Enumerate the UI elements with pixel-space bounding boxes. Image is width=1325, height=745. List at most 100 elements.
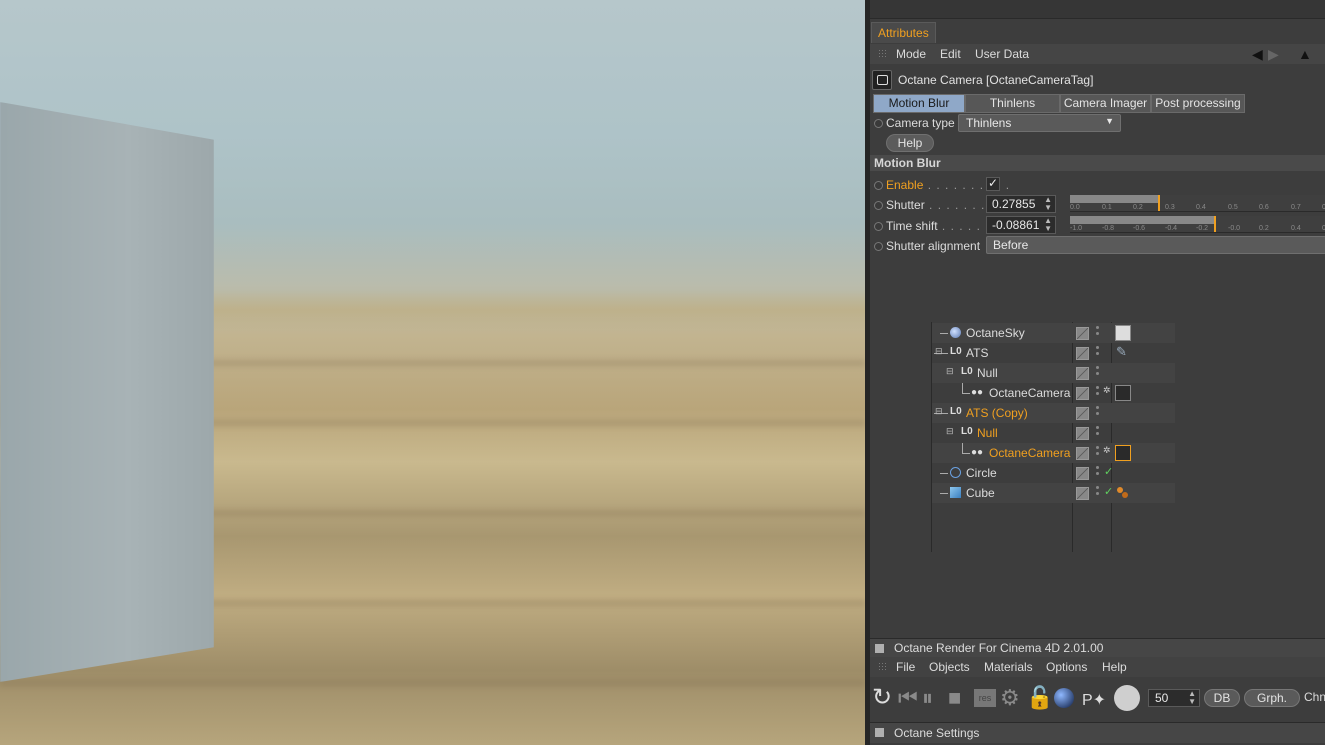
- collapse-toggle-icon[interactable]: ⊟: [946, 366, 954, 377]
- tree-row[interactable]: Cube ✓: [932, 483, 1175, 503]
- collapse-square-icon[interactable]: [875, 728, 884, 737]
- camera-type-radio[interactable]: [874, 119, 883, 128]
- tree-row[interactable]: Circle ✓: [932, 463, 1175, 483]
- skip-back-icon[interactable]: ⏮: [898, 687, 918, 709]
- checkmark-icon[interactable]: ✓: [1104, 465, 1113, 478]
- settings-gear-icon[interactable]: ⚙: [1000, 687, 1020, 709]
- up-arrow-icon[interactable]: ▲: [1298, 46, 1312, 62]
- tree-row[interactable]: ⊟ L0 ATS ✎: [932, 343, 1175, 363]
- layer-icon[interactable]: [1076, 407, 1089, 420]
- shutter-radio[interactable]: [874, 201, 883, 210]
- tree-item-name: ATS (Copy): [966, 406, 1028, 420]
- db-button[interactable]: DB: [1204, 689, 1240, 707]
- shutter-alignment-radio[interactable]: [874, 242, 883, 251]
- render-viewport[interactable]: [0, 0, 865, 745]
- section-motion-blur[interactable]: Motion Blur: [870, 155, 1325, 171]
- pick-focus-icon[interactable]: P✦: [1082, 690, 1106, 712]
- lock-icon[interactable]: 🔓: [1026, 687, 1053, 709]
- graph-button[interactable]: Grph.: [1244, 689, 1300, 707]
- camera-object-icon: ●●: [971, 387, 984, 398]
- tree-row[interactable]: ⊟ L0 ATS (Copy): [932, 403, 1175, 423]
- octane-render-header[interactable]: Octane Render For Cinema 4D 2.01.00: [870, 638, 1325, 657]
- time-shift-slider[interactable]: -1.0-0.8-0.6-0.4-0.2-0.00.20.40.6: [1070, 216, 1325, 233]
- tree-item-name: OctaneCamera: [989, 446, 1071, 460]
- octane-settings-header[interactable]: Octane Settings: [870, 722, 1325, 743]
- resolution-button[interactable]: res: [974, 689, 996, 707]
- forward-arrow-icon[interactable]: ▶: [1268, 46, 1279, 63]
- pause-icon[interactable]: ⏸: [922, 687, 933, 709]
- collapse-toggle-icon[interactable]: ⊟: [935, 346, 943, 357]
- layer-icon[interactable]: [1076, 347, 1089, 360]
- visibility-dots-icon[interactable]: [1096, 366, 1099, 369]
- visibility-dots-icon[interactable]: [1096, 446, 1099, 449]
- material-sphere-icon[interactable]: [1054, 688, 1074, 708]
- tree-row[interactable]: OctaneSky: [932, 323, 1175, 343]
- layer-icon[interactable]: [1076, 367, 1089, 380]
- shutter-field[interactable]: 0.27855 ▲ ▼: [986, 195, 1056, 213]
- layer-icon[interactable]: [1076, 387, 1089, 400]
- visibility-dots-icon[interactable]: [1096, 466, 1099, 469]
- visibility-dots-icon[interactable]: [1096, 346, 1099, 349]
- tab-post-processing[interactable]: Post processing: [1151, 94, 1245, 113]
- stepper-arrows-icon[interactable]: ▲ ▼: [1044, 196, 1052, 212]
- focus-picker-icon[interactable]: [1114, 685, 1140, 711]
- tree-row[interactable]: ●● OctaneCamera ✲: [932, 383, 1175, 403]
- visibility-dots-icon[interactable]: [1096, 326, 1099, 329]
- sky-tag-icon[interactable]: [1115, 325, 1131, 341]
- grip-icon[interactable]: [878, 662, 888, 672]
- layer-icon[interactable]: [1076, 487, 1089, 500]
- tab-attributes[interactable]: Attributes: [871, 22, 936, 43]
- time-shift-radio[interactable]: [874, 222, 883, 231]
- collapse-toggle-icon[interactable]: ⊟: [935, 406, 943, 417]
- menu-options[interactable]: Options: [1046, 660, 1087, 674]
- enable-checkbox[interactable]: ✓: [986, 176, 1000, 191]
- channel-label[interactable]: Chn: [1304, 690, 1325, 704]
- camera-tag-icon[interactable]: [1115, 385, 1131, 401]
- refresh-icon[interactable]: ↻: [872, 686, 892, 710]
- visibility-dots-icon[interactable]: [1096, 386, 1099, 389]
- menu-file[interactable]: File: [896, 660, 915, 674]
- help-button[interactable]: Help: [886, 134, 934, 152]
- layer-icon[interactable]: [1076, 467, 1089, 480]
- camera-type-dropdown[interactable]: Thinlens ▼: [958, 114, 1121, 132]
- shutter-alignment-dropdown[interactable]: Before: [986, 236, 1325, 254]
- stop-icon[interactable]: ■: [948, 687, 961, 709]
- menu-materials[interactable]: Materials: [984, 660, 1033, 674]
- tab-camera-imager[interactable]: Camera Imager: [1060, 94, 1151, 113]
- value-stepper[interactable]: 50 ▲ ▼: [1148, 689, 1200, 707]
- visibility-dots-icon[interactable]: [1096, 406, 1099, 409]
- menu-objects[interactable]: Objects: [929, 660, 970, 674]
- target-tag-icon[interactable]: ✲: [1103, 445, 1111, 456]
- shutter-slider[interactable]: 0.00.10.20.30.40.50.60.70.8: [1070, 195, 1325, 212]
- tree-row[interactable]: ⊟ L0 Null: [932, 423, 1175, 443]
- visibility-dots-icon[interactable]: [1096, 426, 1099, 429]
- layer-icon[interactable]: [1076, 447, 1089, 460]
- tree-row[interactable]: ⊟ L0 Null: [932, 363, 1175, 383]
- target-tag-icon[interactable]: ✲: [1103, 385, 1111, 396]
- slider-marker[interactable]: [1214, 216, 1216, 232]
- stepper-arrows-icon[interactable]: ▲ ▼: [1188, 690, 1196, 706]
- enable-radio[interactable]: [874, 181, 883, 190]
- layer-icon[interactable]: [1076, 327, 1089, 340]
- time-shift-field[interactable]: -0.08861 ▲ ▼: [986, 216, 1056, 234]
- tab-thinlens[interactable]: Thinlens: [965, 94, 1060, 113]
- menu-mode[interactable]: Mode: [896, 47, 926, 61]
- collapse-square-icon[interactable]: [875, 644, 884, 653]
- tree-row[interactable]: ●● OctaneCamera ✲: [932, 443, 1175, 463]
- camera-tag-icon[interactable]: [1115, 445, 1131, 461]
- checkmark-icon[interactable]: ✓: [1104, 485, 1113, 498]
- collapse-toggle-icon[interactable]: ⊟: [946, 426, 954, 437]
- slider-marker[interactable]: [1158, 195, 1160, 211]
- back-arrow-icon[interactable]: ◀: [1252, 46, 1263, 63]
- stepper-arrows-icon[interactable]: ▲ ▼: [1044, 217, 1052, 233]
- phong-tag-icon[interactable]: [1115, 485, 1129, 499]
- grip-icon[interactable]: [878, 49, 888, 59]
- visibility-dots-icon[interactable]: [1096, 486, 1099, 489]
- menu-edit[interactable]: Edit: [940, 47, 961, 61]
- menu-help[interactable]: Help: [1102, 660, 1127, 674]
- satellite-tag-icon[interactable]: ✎: [1116, 344, 1127, 360]
- tab-motion-blur[interactable]: Motion Blur: [873, 94, 965, 113]
- menu-user-data[interactable]: User Data: [975, 47, 1029, 61]
- layer-icon[interactable]: [1076, 427, 1089, 440]
- motion-streak: [0, 680, 865, 686]
